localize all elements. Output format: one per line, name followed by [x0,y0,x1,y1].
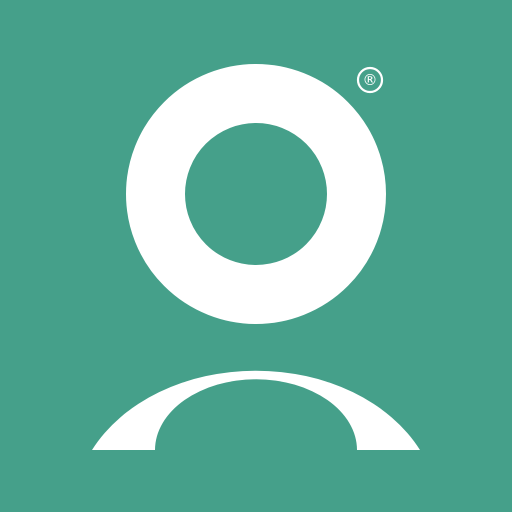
registered-trademark-icon: ® [356,66,384,94]
registered-mark-text: ® [363,71,378,89]
app-icon: ® [0,0,512,512]
ring-head-icon [126,64,386,324]
user-profile-logo: ® [92,64,420,450]
arch-shoulders-icon [92,370,420,450]
